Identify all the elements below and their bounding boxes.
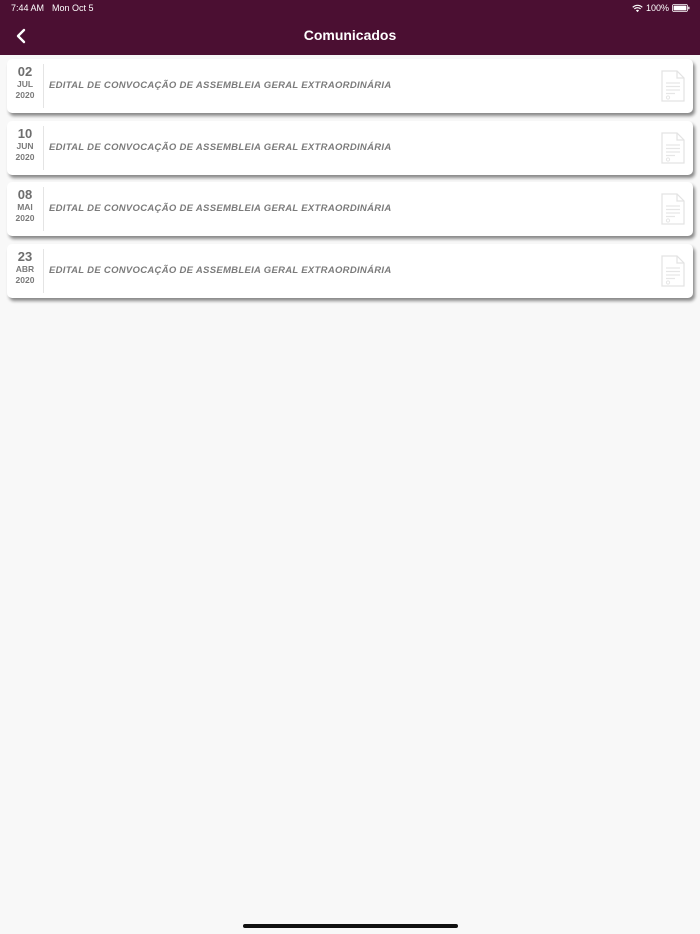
page-title: Comunicados [303,27,397,43]
date-block: 10 JUN 2020 [7,125,44,170]
item-title: EDITAL DE CONVOCAÇÃO DE ASSEMBLEIA GERAL… [49,141,392,153]
list-item[interactable]: 23 ABR 2020 EDITAL DE CONVOCAÇÃO DE ASSE… [7,243,693,298]
status-date: Mon Oct 5 [52,3,94,13]
date-month: JUN [16,140,34,151]
battery-percent: 100% [645,3,669,13]
item-title: EDITAL DE CONVOCAÇÃO DE ASSEMBLEIA GERAL… [49,203,392,214]
wifi-icon [632,4,643,12]
date-year: 2020 [15,274,35,285]
date-month: JUL [16,79,34,89]
date-block: 08 MAI 2020 [7,187,44,231]
date-block: 02 JUL 2020 [7,64,44,108]
status-indicators: 100% [632,3,690,13]
date-year: 2020 [15,213,35,223]
list-item[interactable]: 08 MAI 2020 EDITAL DE CONVOCAÇÃO DE ASSE… [7,182,693,236]
document-icon [661,131,685,164]
status-time: 7:44 AM [11,3,45,13]
app-header: 7:44 AM Mon Oct 5 100% Comunicados [0,0,700,55]
item-title: EDITAL DE CONVOCAÇÃO DE ASSEMBLEIA GERAL… [49,264,392,276]
list-item[interactable]: 10 JUN 2020 EDITAL DE CONVOCAÇÃO DE ASSE… [7,120,693,175]
document-icon [661,254,685,287]
document-icon [661,70,685,102]
date-year: 2020 [15,90,35,100]
home-indicator[interactable] [243,924,458,928]
date-year: 2020 [15,151,35,162]
nav-bar: Comunicados [0,18,700,54]
date-day: 10 [17,125,33,141]
communications-list: 02 JUL 2020 EDITAL DE CONVOCAÇÃO DE ASSE… [7,59,693,305]
list-item[interactable]: 02 JUL 2020 EDITAL DE CONVOCAÇÃO DE ASSE… [7,59,693,113]
date-day: 02 [17,64,33,79]
item-title: EDITAL DE CONVOCAÇÃO DE ASSEMBLEIA GERAL… [49,80,392,91]
date-month: ABR [15,263,35,274]
document-icon [661,193,685,225]
date-day: 08 [17,187,33,202]
date-day: 23 [17,248,33,264]
date-month: MAI [17,202,33,212]
status-bar: 7:44 AM Mon Oct 5 100% [0,0,700,16]
date-block: 23 ABR 2020 [7,248,44,293]
battery-icon [672,4,690,12]
